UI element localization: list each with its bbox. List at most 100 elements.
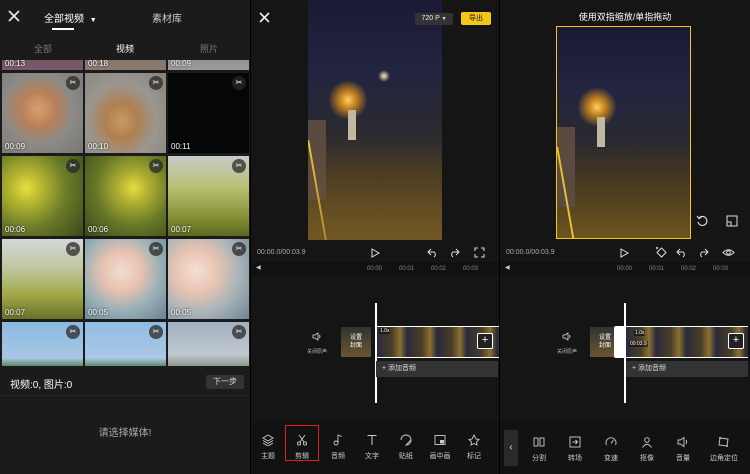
media-tile[interactable]: ✂ 00:07: [168, 156, 249, 236]
tile-duration: 00:05: [88, 308, 109, 317]
scissors-icon[interactable]: ✂: [232, 325, 246, 339]
playhead[interactable]: [624, 303, 626, 403]
tab-all-videos[interactable]: 全部视频 ▼: [44, 10, 97, 25]
scissors-icon[interactable]: ✂: [149, 242, 163, 256]
toolbar-cut[interactable]: 剪辑: [285, 425, 319, 461]
media-tile[interactable]: 00:18: [85, 60, 166, 70]
media-tile[interactable]: 00:09: [168, 60, 249, 70]
toolbar-split[interactable]: 分割: [522, 434, 556, 463]
toolbar-label: 音频: [331, 453, 345, 460]
add-clip-button[interactable]: +: [477, 333, 493, 349]
layers-icon: [251, 432, 285, 448]
mute-original-label[interactable]: 关闭原声: [557, 348, 577, 355]
scissors-icon[interactable]: ✂: [66, 76, 80, 90]
toolbar-corner-pin[interactable]: 边角定位: [704, 434, 744, 463]
media-tile[interactable]: ✂: [168, 322, 249, 366]
toolbar-label: 音量: [676, 455, 690, 462]
toolbar-label: 剪辑: [295, 453, 309, 460]
scissors-icon[interactable]: ✂: [66, 325, 80, 339]
scissors-icon[interactable]: ✂: [149, 159, 163, 173]
toolbar-sticker[interactable]: 贴纸: [389, 432, 423, 461]
scissors-icon[interactable]: ✂: [66, 242, 80, 256]
corner-pin-icon: [704, 434, 744, 450]
add-clip-button[interactable]: +: [728, 333, 744, 349]
speaker-icon[interactable]: [562, 332, 572, 341]
music-note-icon: [321, 432, 355, 448]
eye-icon[interactable]: [722, 247, 735, 258]
crop-frame[interactable]: [556, 26, 691, 239]
filter-tab-video[interactable]: 视频: [116, 42, 134, 55]
media-tile[interactable]: ✂: [85, 322, 166, 366]
toolbar-theme[interactable]: 主题: [251, 432, 285, 461]
toolbar-speed[interactable]: 变速: [594, 434, 628, 463]
filter-tab-all[interactable]: 全部: [34, 42, 52, 55]
scissors-icon[interactable]: ✂: [232, 242, 246, 256]
redo-icon[interactable]: [449, 247, 460, 258]
media-grid: 00:13 00:18 00:09 ✂ 00:09 ✂ 00:10 ✂ 00:1…: [0, 60, 250, 366]
speaker-icon[interactable]: [312, 332, 322, 341]
close-icon[interactable]: [259, 12, 270, 23]
scissors-icon[interactable]: ✂: [232, 159, 246, 173]
media-tile[interactable]: ✂ 00:11: [168, 73, 249, 153]
next-step-button[interactable]: 下一步: [206, 375, 244, 389]
toolbar-label: 标记: [467, 453, 481, 460]
redo-icon[interactable]: [698, 247, 709, 258]
tile-duration: 00:07: [171, 225, 192, 234]
fullscreen-icon[interactable]: [474, 247, 485, 258]
play-icon[interactable]: [370, 248, 380, 258]
media-tile[interactable]: ✂ 00:09: [2, 73, 83, 153]
play-icon[interactable]: [619, 248, 629, 258]
tile-duration: 00:09: [5, 142, 26, 151]
playhead[interactable]: [375, 303, 377, 403]
media-tile[interactable]: ✂ 00:05: [168, 239, 249, 319]
toolbar-volume[interactable]: 音量: [666, 434, 700, 463]
rotate-icon[interactable]: [696, 215, 708, 227]
mute-original-label[interactable]: 关闭原声: [307, 348, 327, 355]
picture-in-picture-icon: [423, 432, 457, 448]
road-surface: [308, 150, 442, 240]
toolbar-transition[interactable]: 转场: [558, 434, 592, 463]
media-tile[interactable]: ✂ 00:06: [85, 156, 166, 236]
close-icon[interactable]: [8, 10, 20, 22]
add-audio-button[interactable]: + 添加音频: [376, 361, 498, 377]
back-chevron-icon[interactable]: ‹: [504, 430, 518, 466]
media-tile[interactable]: 00:13: [2, 60, 83, 70]
toolbar-picture-in-picture[interactable]: 画中画: [423, 432, 457, 461]
tile-duration: 00:10: [88, 142, 109, 151]
clip-toolbar: ‹ 分割 转场 变速 抠像 音量 边角定位: [500, 420, 750, 474]
transition-icon: [558, 434, 592, 450]
media-tile[interactable]: ✂ 00:06: [2, 156, 83, 236]
aspect-ratio-icon[interactable]: [726, 215, 738, 227]
export-button[interactable]: 导出: [461, 12, 491, 25]
filter-tab-photo[interactable]: 照片: [200, 42, 218, 55]
timeline-ruler: ◀ 00:00 00:01 00:02 00:03: [251, 262, 499, 276]
undo-icon[interactable]: [676, 247, 687, 258]
person-icon: [630, 434, 664, 450]
keyframe-icon[interactable]: [655, 246, 668, 259]
toolbar-label: 变速: [604, 455, 618, 462]
scissors-icon[interactable]: ✂: [149, 325, 163, 339]
media-tile[interactable]: ✂: [2, 322, 83, 366]
media-tile[interactable]: ✂ 00:10: [85, 73, 166, 153]
tab-all-videos-label: 全部视频: [44, 14, 84, 25]
tab-material-library[interactable]: 素材库: [152, 10, 182, 25]
scissors-icon[interactable]: ✂: [149, 76, 163, 90]
scissors-icon[interactable]: ✂: [232, 76, 246, 90]
scissors-icon[interactable]: ✂: [66, 159, 80, 173]
toolbar-label: 画中画: [429, 453, 451, 460]
toolbar-cutout[interactable]: 抠像: [630, 434, 664, 463]
resolution-selector[interactable]: 720 P ▼: [415, 13, 453, 25]
tile-duration: 00:05: [171, 308, 192, 317]
video-preview[interactable]: [308, 0, 442, 240]
toolbar-text[interactable]: 文字: [355, 432, 389, 461]
ruler-label: 00:03: [713, 266, 729, 272]
undo-icon[interactable]: [427, 247, 438, 258]
media-tile[interactable]: ✂ 00:07: [2, 239, 83, 319]
toolbar-audio[interactable]: 音频: [321, 432, 355, 461]
add-audio-button[interactable]: + 添加音频: [626, 361, 748, 377]
speedometer-icon: [594, 434, 628, 450]
toolbar-label: 边角定位: [710, 455, 738, 462]
set-cover-button[interactable]: 设置 封面: [341, 327, 371, 357]
media-tile[interactable]: ✂ 00:05: [85, 239, 166, 319]
toolbar-mark[interactable]: 标记: [457, 432, 491, 461]
